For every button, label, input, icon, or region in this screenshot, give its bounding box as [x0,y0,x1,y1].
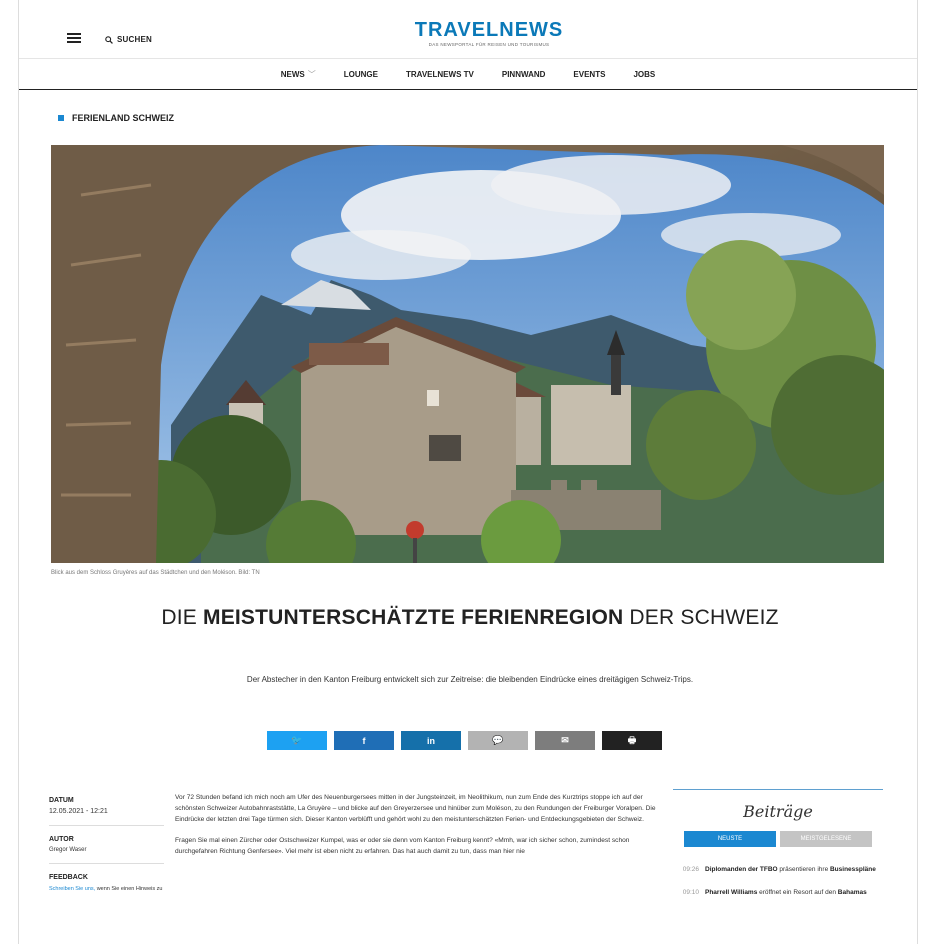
feedback-link[interactable]: Schreiben Sie uns, [49,886,95,892]
headline-post: DER SCHWEIZ [623,606,779,629]
news-title: Pharrell Williams eröffnet ein Resort au… [705,888,867,897]
share-twitter-button[interactable]: 🐦 [267,731,327,750]
nav-label: LOUNGE [343,70,378,79]
feedback-label: FEEDBACK [49,874,88,881]
paragraph: Vor 72 Stunden befand ich mich noch am U… [175,794,656,823]
feedback-rest: wenn Sie einen Hinweis zu [95,886,163,892]
news-time: 09:26 [682,866,699,873]
date-label: DATUM [49,797,74,804]
section-marker [58,115,64,121]
list-item[interactable]: 09:26 Diplomanden der TFBO präsentieren … [673,865,883,874]
tab-newest[interactable]: NEUSTE [684,831,776,847]
facebook-icon: f [362,735,366,746]
nav-label: NEWS [280,70,305,79]
date-value: 12.05.2021 - 12:21 [49,808,108,815]
section-label[interactable]: FERIENLAND SCHWEIZ [58,113,174,123]
twitter-icon: 🐦 [291,735,303,745]
sidebar-tabs: NEUSTE MEISTGELESENE [673,831,883,847]
news-bold: Businesspläne [829,866,876,873]
search-label: SUCHEN [117,35,152,44]
news-list: 09:26 Diplomanden der TFBO präsentieren … [673,865,883,897]
nav-label: EVENTS [573,70,606,79]
news-time: 09:10 [682,889,699,896]
nav-item-news[interactable]: NEWS ﹀ [281,69,316,80]
print-icon: 🖶 [627,734,637,745]
article-lead: Der Abstecher in den Kanton Freiburg ent… [246,675,694,684]
sidebar-title: Beiträge [743,802,813,821]
logo-tagline: DAS NEWSPORTAL FÜR REISEN UND TOURISMUS [428,42,550,47]
tab-most-read[interactable]: MEISTGELESENE [780,831,872,847]
news-bold: Bahamas [837,889,867,896]
comment-button[interactable]: 💬 [468,731,528,750]
nav-item-travelnews-tv[interactable]: TRAVELNEWS TV [406,70,474,79]
news-title: Diplomanden der TFBO präsentieren ihre B… [705,865,876,874]
article-meta: DATUM 12.05.2021 - 12:21 AUTOR Gregor Wa… [49,797,164,893]
menu-icon[interactable] [67,33,81,43]
feedback-text: Schreiben Sie uns, wenn Sie einen Hinwei… [49,885,164,893]
share-mail-button[interactable]: ✉ [535,731,595,750]
nav-item-pinnwand[interactable]: PINNWAND [502,70,546,79]
site-logo[interactable]: TRAVELNEWS DAS NEWSPORTAL FÜR REISEN UND… [399,20,579,47]
main-nav: NEWS ﹀ LOUNGE TRAVELNEWS TV PINNWAND EVE… [19,60,917,90]
nav-item-events[interactable]: EVENTS [573,70,605,79]
paragraph: Fragen Sie mal einen Zürcher oder Ostsch… [175,837,630,855]
print-button[interactable]: 🖶 [602,731,662,750]
nav-label: PINNWAND [501,70,546,79]
divider [49,825,164,826]
share-linkedin-button[interactable]: in [401,731,461,750]
news-bold: Pharrell Williams [705,889,758,896]
image-caption: Blick aus dem Schloss Gruyères auf das S… [51,570,260,576]
nav-item-lounge[interactable]: LOUNGE [344,70,378,79]
list-item[interactable]: 09:10 Pharrell Williams eröffnet ein Res… [673,888,883,897]
mail-icon: ✉ [561,735,569,745]
news-rest: eröffnet ein Resort auf den [757,889,838,896]
top-header: SUCHEN TRAVELNEWS DAS NEWSPORTAL FÜR REI… [19,0,917,59]
author-label: AUTOR [49,836,74,843]
nav-label: TRAVELNEWS TV [406,70,474,79]
logo-text: TRAVELNEWS [414,19,564,41]
section-title: FERIENLAND SCHWEIZ [72,113,174,123]
share-bar: 🐦 f in 💬 ✉ 🖶 [267,731,662,750]
headline-strong: MEISTUNTERSCHÄTZTE FERIENREGION [203,606,624,629]
hero-illustration [51,145,884,563]
headline-pre: DIE [161,606,203,629]
chevron-down-icon: ﹀ [307,70,316,79]
hero-image [51,145,884,563]
article-body: Vor 72 Stunden befand ich mich noch am U… [175,792,665,867]
search-icon [105,35,113,44]
author-value: Gregor Waser [49,847,87,853]
sidebar-beitraege: Beiträge NEUSTE MEISTGELESENE 09:26 Dipl… [673,789,883,911]
article-headline: DIE MEISTUNTERSCHÄTZTE FERIENREGION DER … [140,606,800,630]
share-facebook-button[interactable]: f [334,731,394,750]
nav-item-jobs[interactable]: JOBS [633,70,655,79]
news-rest: präsentieren ihre [777,866,830,873]
news-bold: Diplomanden der TFBO [705,866,778,873]
linkedin-icon: in [427,735,435,746]
comment-icon: 💬 [492,735,504,745]
divider [673,789,883,790]
divider [49,863,164,864]
nav-label: JOBS [633,70,656,79]
search-button[interactable]: SUCHEN [105,35,152,44]
